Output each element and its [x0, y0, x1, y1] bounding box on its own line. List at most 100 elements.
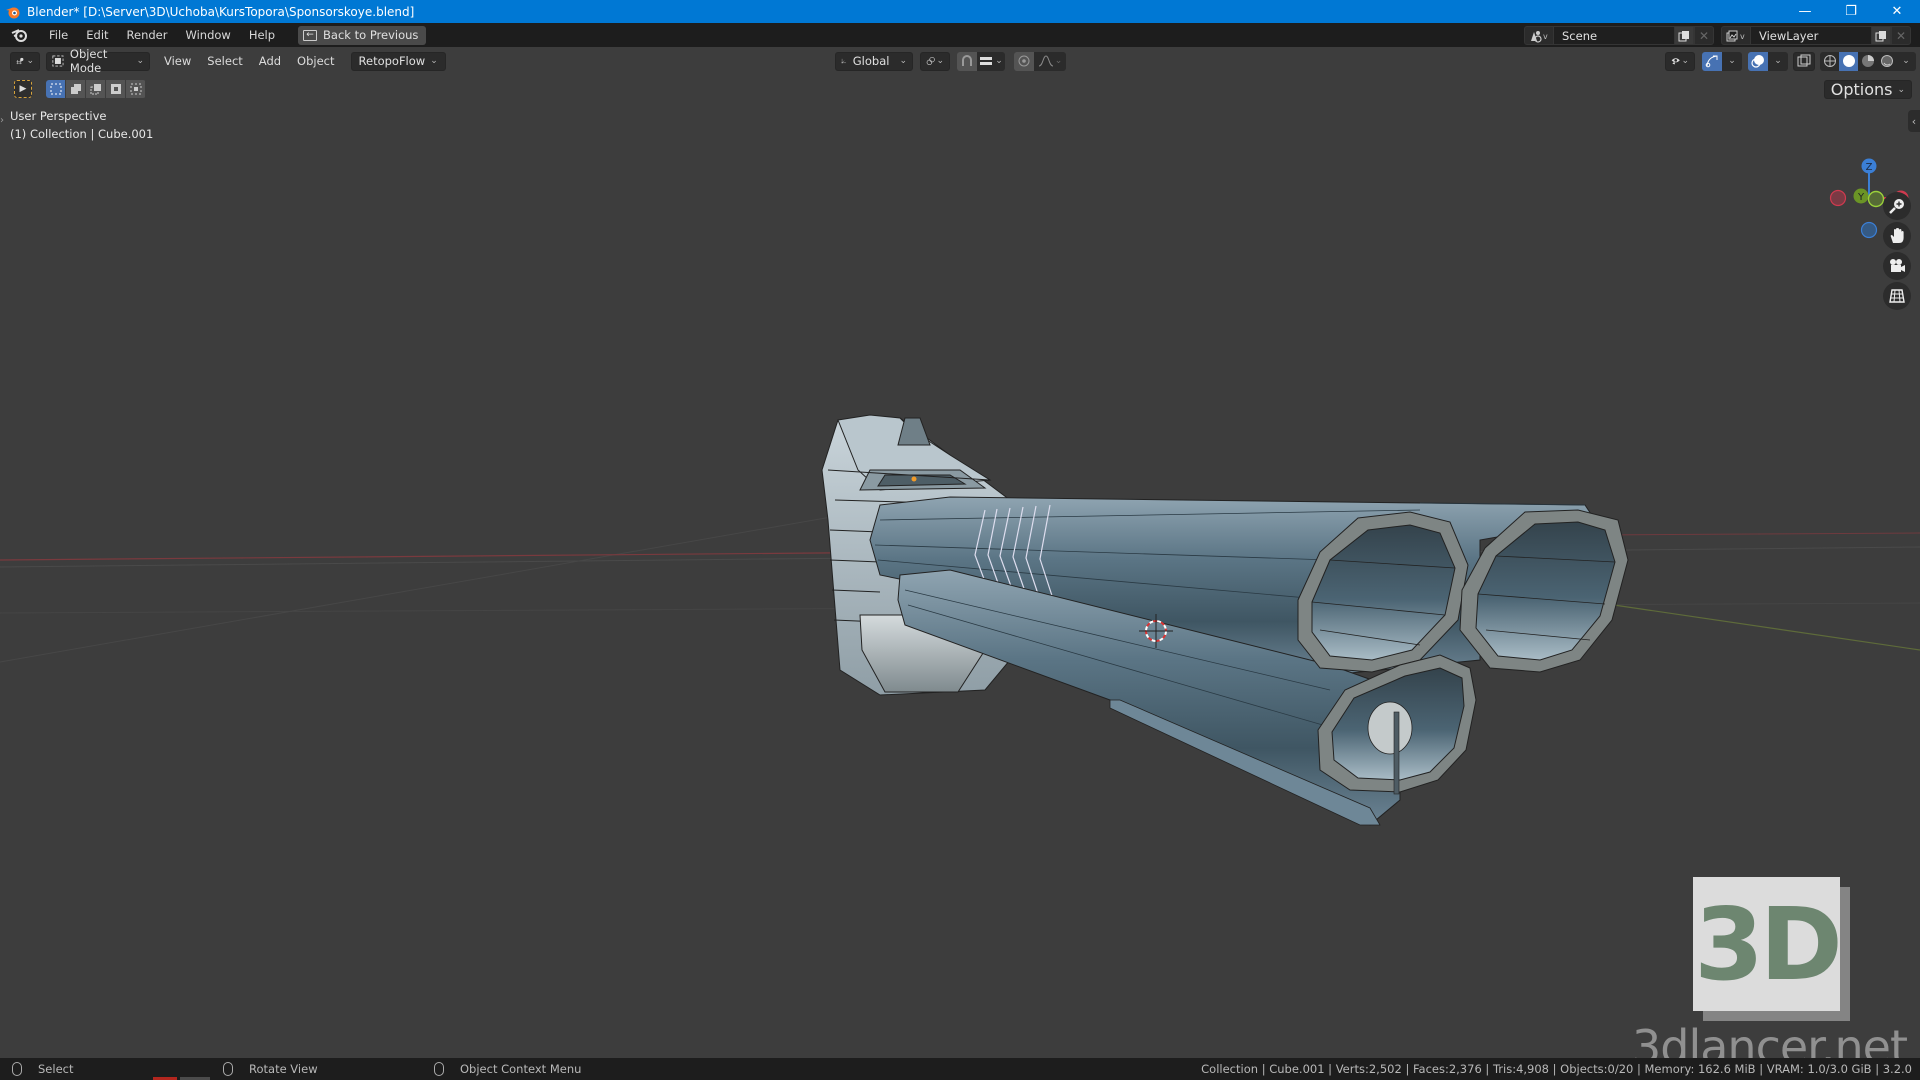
status-bar: Select Rotate View Object Context Menu C…	[0, 1058, 1920, 1080]
menu-select[interactable]: Select	[199, 54, 250, 68]
new-view-layer-button[interactable]	[1871, 26, 1891, 45]
status-rotate-label: Rotate View	[249, 1062, 318, 1076]
status-rotate-hint: Rotate View	[223, 1062, 318, 1076]
toolbar-expander-icon[interactable]: ›	[0, 115, 4, 126]
menu-file[interactable]: File	[40, 23, 77, 47]
watermark-logo-text: 3D	[1694, 885, 1843, 1003]
mode-label: Object Mode	[69, 47, 108, 75]
menu-view[interactable]: View	[156, 54, 199, 68]
orientation-label: Global	[852, 54, 890, 68]
xray-toggle[interactable]	[1793, 51, 1815, 71]
shading-material-preview[interactable]	[1858, 51, 1877, 71]
restore-button[interactable]: ❐	[1828, 0, 1874, 23]
retopoflow-menu[interactable]: RetopoFlow ⌄	[350, 51, 446, 71]
view-layer-icon: v	[1726, 30, 1745, 41]
wireframe-shading-icon	[1823, 55, 1836, 67]
shading-solid[interactable]	[1839, 51, 1858, 71]
sidebar-expander-icon[interactable]: ‹	[1908, 110, 1920, 132]
menu-add[interactable]: Add	[251, 54, 289, 68]
menu-edit[interactable]: Edit	[77, 23, 117, 47]
menu-object[interactable]: Object	[289, 54, 342, 68]
3d-viewport[interactable]: ⌄ Object Mode ⌄ View Select Add Object R…	[0, 47, 1920, 1058]
options-menu[interactable]: Options ⌄	[1823, 80, 1912, 99]
zoom-view-button[interactable]	[1883, 192, 1911, 220]
select-mode-extend[interactable]	[66, 80, 85, 98]
menu-render[interactable]: Render	[118, 23, 177, 47]
snap-toggle[interactable]	[957, 51, 977, 71]
gizmo-neg-y[interactable]	[1867, 190, 1885, 208]
gizmo-neg-z[interactable]	[1860, 221, 1878, 239]
select-tool-button[interactable]: ▶	[14, 80, 32, 98]
pan-view-button[interactable]	[1883, 222, 1911, 250]
menu-help[interactable]: Help	[240, 23, 284, 47]
select-mode-group	[46, 80, 146, 98]
options-label: Options	[1830, 80, 1893, 99]
status-context-hint: Object Context Menu	[434, 1062, 581, 1076]
close-button[interactable]: ✕	[1874, 0, 1920, 23]
back-to-previous-button[interactable]: ← Back to Previous	[298, 25, 427, 45]
gizmo-toggle-icon	[1705, 55, 1718, 68]
gizmo-neg-x[interactable]	[1829, 189, 1847, 207]
scene-type-button[interactable]: v	[1524, 26, 1554, 45]
window-titlebar: Blender* [D:\Server\3D\Uchoba\KursTopora…	[0, 0, 1920, 23]
proportional-edit-group: ⌄	[1014, 51, 1066, 71]
blender-menu-icon[interactable]	[10, 26, 30, 44]
select-mode-invert[interactable]	[106, 80, 125, 98]
new-scene-button[interactable]	[1674, 26, 1694, 45]
viewport-scene	[0, 414, 1920, 826]
view-layer-name-field[interactable]: ViewLayer	[1751, 26, 1871, 45]
copy-icon	[1875, 30, 1886, 41]
snap-icon	[962, 55, 972, 66]
shading-rendered[interactable]	[1877, 51, 1896, 71]
pan-hand-icon	[1890, 228, 1904, 243]
transform-orientation-selector[interactable]: Global ⌄	[835, 51, 913, 71]
select-intersect-icon	[130, 83, 141, 95]
svg-text:v: v	[1740, 32, 1745, 41]
camera-view-button[interactable]	[1883, 252, 1911, 280]
gizmo-y-label: Y	[1857, 192, 1865, 203]
object-info-label: (1) Collection | Cube.001	[10, 127, 154, 141]
delete-view-layer-button[interactable]: ✕	[1891, 26, 1911, 45]
overlay-icon	[1751, 55, 1764, 68]
pivot-point-selector[interactable]: ⌄	[920, 51, 950, 71]
proportional-edit-icon	[1018, 55, 1030, 67]
snap-target-selector[interactable]: ⌄	[977, 51, 1005, 71]
select-mode-new[interactable]	[46, 80, 65, 98]
pivot-point-icon	[926, 56, 935, 66]
visibility-selector[interactable]: ⌄	[1665, 51, 1695, 71]
grid-line	[0, 504, 901, 663]
gizmo-options[interactable]: ⌄	[1722, 51, 1742, 71]
svg-text:v: v	[1543, 32, 1548, 41]
view-layer-type-button[interactable]: v	[1721, 26, 1751, 45]
shading-options[interactable]: ⌄	[1896, 51, 1916, 71]
overlay-toggle[interactable]	[1748, 51, 1768, 71]
blender-app-icon	[6, 7, 20, 18]
menu-window[interactable]: Window	[176, 23, 239, 47]
ortho-toggle-button[interactable]	[1883, 282, 1911, 310]
select-mode-subtract[interactable]	[86, 80, 105, 98]
delete-scene-button[interactable]: ✕	[1694, 26, 1714, 45]
ortho-grid-icon	[1889, 289, 1905, 303]
scene-name-field[interactable]: Scene	[1554, 26, 1674, 45]
mouse-middle-icon	[223, 1062, 233, 1076]
proportional-edit-toggle[interactable]	[1014, 51, 1034, 71]
overlay-options[interactable]: ⌄	[1768, 51, 1788, 71]
gizmo-toggle[interactable]	[1702, 51, 1722, 71]
y-axis-line	[1579, 599, 1920, 651]
status-select-hint: Select	[12, 1062, 73, 1076]
mouse-right-icon	[434, 1062, 444, 1076]
chevron-down-icon: ⌄	[1897, 84, 1905, 95]
solid-shading-icon	[1842, 55, 1855, 67]
copy-icon	[1678, 30, 1689, 41]
falloff-selector[interactable]: ⌄	[1034, 51, 1066, 71]
mode-selector[interactable]: Object Mode ⌄	[46, 47, 150, 75]
scene-statistics: Collection | Cube.001 | Verts:2,502 | Fa…	[1201, 1062, 1912, 1076]
object-visibility-icon	[1671, 58, 1680, 65]
editor-type-button[interactable]: ⌄	[10, 51, 40, 71]
object-mode-icon	[52, 55, 64, 67]
minimize-button[interactable]: —	[1782, 0, 1828, 23]
select-mode-intersect[interactable]	[126, 80, 145, 98]
shading-wireframe[interactable]	[1820, 51, 1839, 71]
scene-selector: v Scene ✕	[1524, 26, 1714, 45]
chevron-down-icon: ⌄	[899, 56, 907, 66]
